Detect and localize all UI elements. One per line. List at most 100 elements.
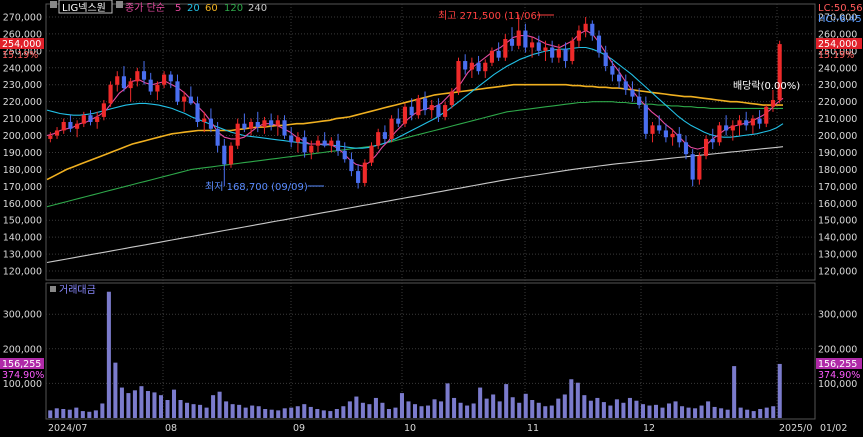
volume-bar bbox=[614, 399, 619, 418]
volume-bar bbox=[693, 408, 698, 418]
candle-body bbox=[75, 123, 80, 129]
candle-body bbox=[469, 62, 474, 70]
volume-bar bbox=[523, 393, 528, 418]
price-tick-label: 160,000 bbox=[818, 199, 857, 210]
volume-tick-label: 300,000 bbox=[3, 310, 42, 321]
volume-bar bbox=[732, 366, 737, 418]
candle-body bbox=[356, 171, 361, 183]
volume-bar bbox=[543, 406, 548, 418]
candle-body bbox=[489, 50, 495, 63]
price-tick-label: 190,000 bbox=[3, 148, 42, 159]
candle-body bbox=[570, 40, 575, 62]
candle-body bbox=[637, 96, 642, 106]
chart-legend: LIG넥스원 종가 단순 5 20 60 120 240 bbox=[50, 0, 267, 14]
volume-bar bbox=[243, 407, 248, 418]
volume-bar bbox=[771, 406, 776, 418]
price-tick-label: 120,000 bbox=[3, 267, 42, 278]
date-tick-label: 09 bbox=[293, 423, 305, 434]
candle-body bbox=[275, 120, 280, 126]
price-tick-label: 150,000 bbox=[818, 216, 857, 227]
volume-bar bbox=[341, 406, 346, 418]
candle-body bbox=[262, 120, 267, 128]
high-annotation: 최고 271,500 (11/06) bbox=[438, 10, 541, 22]
price-tick-label: 130,000 bbox=[818, 250, 857, 261]
candle-body bbox=[463, 61, 468, 70]
ma-toggle-icon[interactable] bbox=[116, 1, 123, 8]
volume-bar bbox=[725, 409, 730, 418]
volume-bar bbox=[191, 404, 196, 418]
volume-bar bbox=[224, 401, 229, 418]
volume-bar bbox=[491, 394, 496, 418]
candle-body bbox=[550, 47, 555, 58]
volume-bar bbox=[621, 402, 626, 418]
candle-body bbox=[289, 135, 294, 143]
candle-body bbox=[248, 121, 254, 129]
volume-bar bbox=[751, 411, 756, 418]
candle-body bbox=[543, 47, 548, 51]
ma-period-20: 20 bbox=[187, 3, 200, 14]
volume-bar bbox=[582, 395, 587, 418]
volume-bar bbox=[237, 404, 242, 418]
date-tick-label: 2025/0 bbox=[779, 423, 812, 434]
menu-square-icon[interactable] bbox=[50, 1, 57, 8]
symbol-name[interactable]: LIG넥스원 bbox=[62, 2, 106, 14]
candle-body bbox=[416, 98, 421, 116]
volume-bar bbox=[386, 409, 391, 418]
price-tick-label: 140,000 bbox=[3, 233, 42, 244]
volume-menu-icon[interactable] bbox=[50, 286, 56, 292]
candle-body bbox=[443, 105, 448, 117]
candle-body bbox=[530, 42, 535, 48]
stock-chart: 120,000 130,000 140,000 150,000 160,000 170,0… bbox=[0, 0, 863, 437]
volume-bar bbox=[367, 404, 372, 418]
volume-bar bbox=[426, 405, 431, 418]
volume-bar bbox=[484, 398, 489, 418]
volume-bar bbox=[439, 401, 444, 418]
date-tick-label: 12 bbox=[643, 423, 655, 434]
ma-period-240: 240 bbox=[248, 3, 267, 14]
candle-body bbox=[483, 62, 488, 72]
volume-bar bbox=[321, 410, 326, 418]
volume-bar bbox=[67, 409, 72, 418]
volume-bar bbox=[282, 408, 287, 418]
candle-body bbox=[162, 74, 167, 85]
volume-bar bbox=[93, 410, 98, 418]
volume-bar bbox=[758, 409, 763, 418]
volume-bar bbox=[680, 406, 685, 418]
candle-body bbox=[255, 121, 260, 128]
candle-body bbox=[61, 121, 66, 131]
volume-bar bbox=[211, 395, 216, 418]
candle-body bbox=[369, 145, 374, 163]
candle-body bbox=[456, 61, 461, 92]
volume-bar bbox=[517, 402, 522, 418]
candle-body bbox=[295, 137, 300, 143]
candle-body bbox=[121, 76, 127, 89]
price-tick-label: 210,000 bbox=[818, 114, 857, 125]
candle-body bbox=[101, 103, 106, 117]
lc-readout: LC:50.56 bbox=[818, 3, 863, 14]
volume-bar bbox=[686, 407, 691, 418]
candle-body bbox=[409, 106, 414, 116]
price-tick-label: 180,000 bbox=[818, 165, 857, 176]
candle-body bbox=[603, 52, 608, 67]
volume-bar bbox=[478, 387, 483, 418]
price-tick-label: 120,000 bbox=[818, 267, 857, 278]
current-volume-pct-left: 374.90% bbox=[2, 370, 44, 381]
volume-bar bbox=[432, 399, 437, 418]
volume-bar bbox=[647, 405, 652, 418]
candle-body bbox=[556, 49, 561, 58]
candle-body bbox=[242, 123, 247, 129]
volume-bar bbox=[393, 407, 398, 418]
volume-bar bbox=[399, 393, 404, 418]
candle-body bbox=[710, 138, 715, 143]
volume-bar bbox=[510, 397, 515, 418]
price-tick-label: 210,000 bbox=[3, 114, 42, 125]
current-volume-right: 156,255 bbox=[818, 359, 857, 370]
volume-tick-label: 200,000 bbox=[3, 344, 42, 355]
volume-bar bbox=[360, 402, 365, 418]
volume-bar bbox=[113, 362, 118, 418]
candle-body bbox=[228, 145, 234, 165]
candle-body bbox=[422, 98, 428, 111]
candle-body bbox=[302, 137, 307, 153]
volume-bar bbox=[198, 404, 203, 418]
candle-body bbox=[81, 115, 86, 124]
